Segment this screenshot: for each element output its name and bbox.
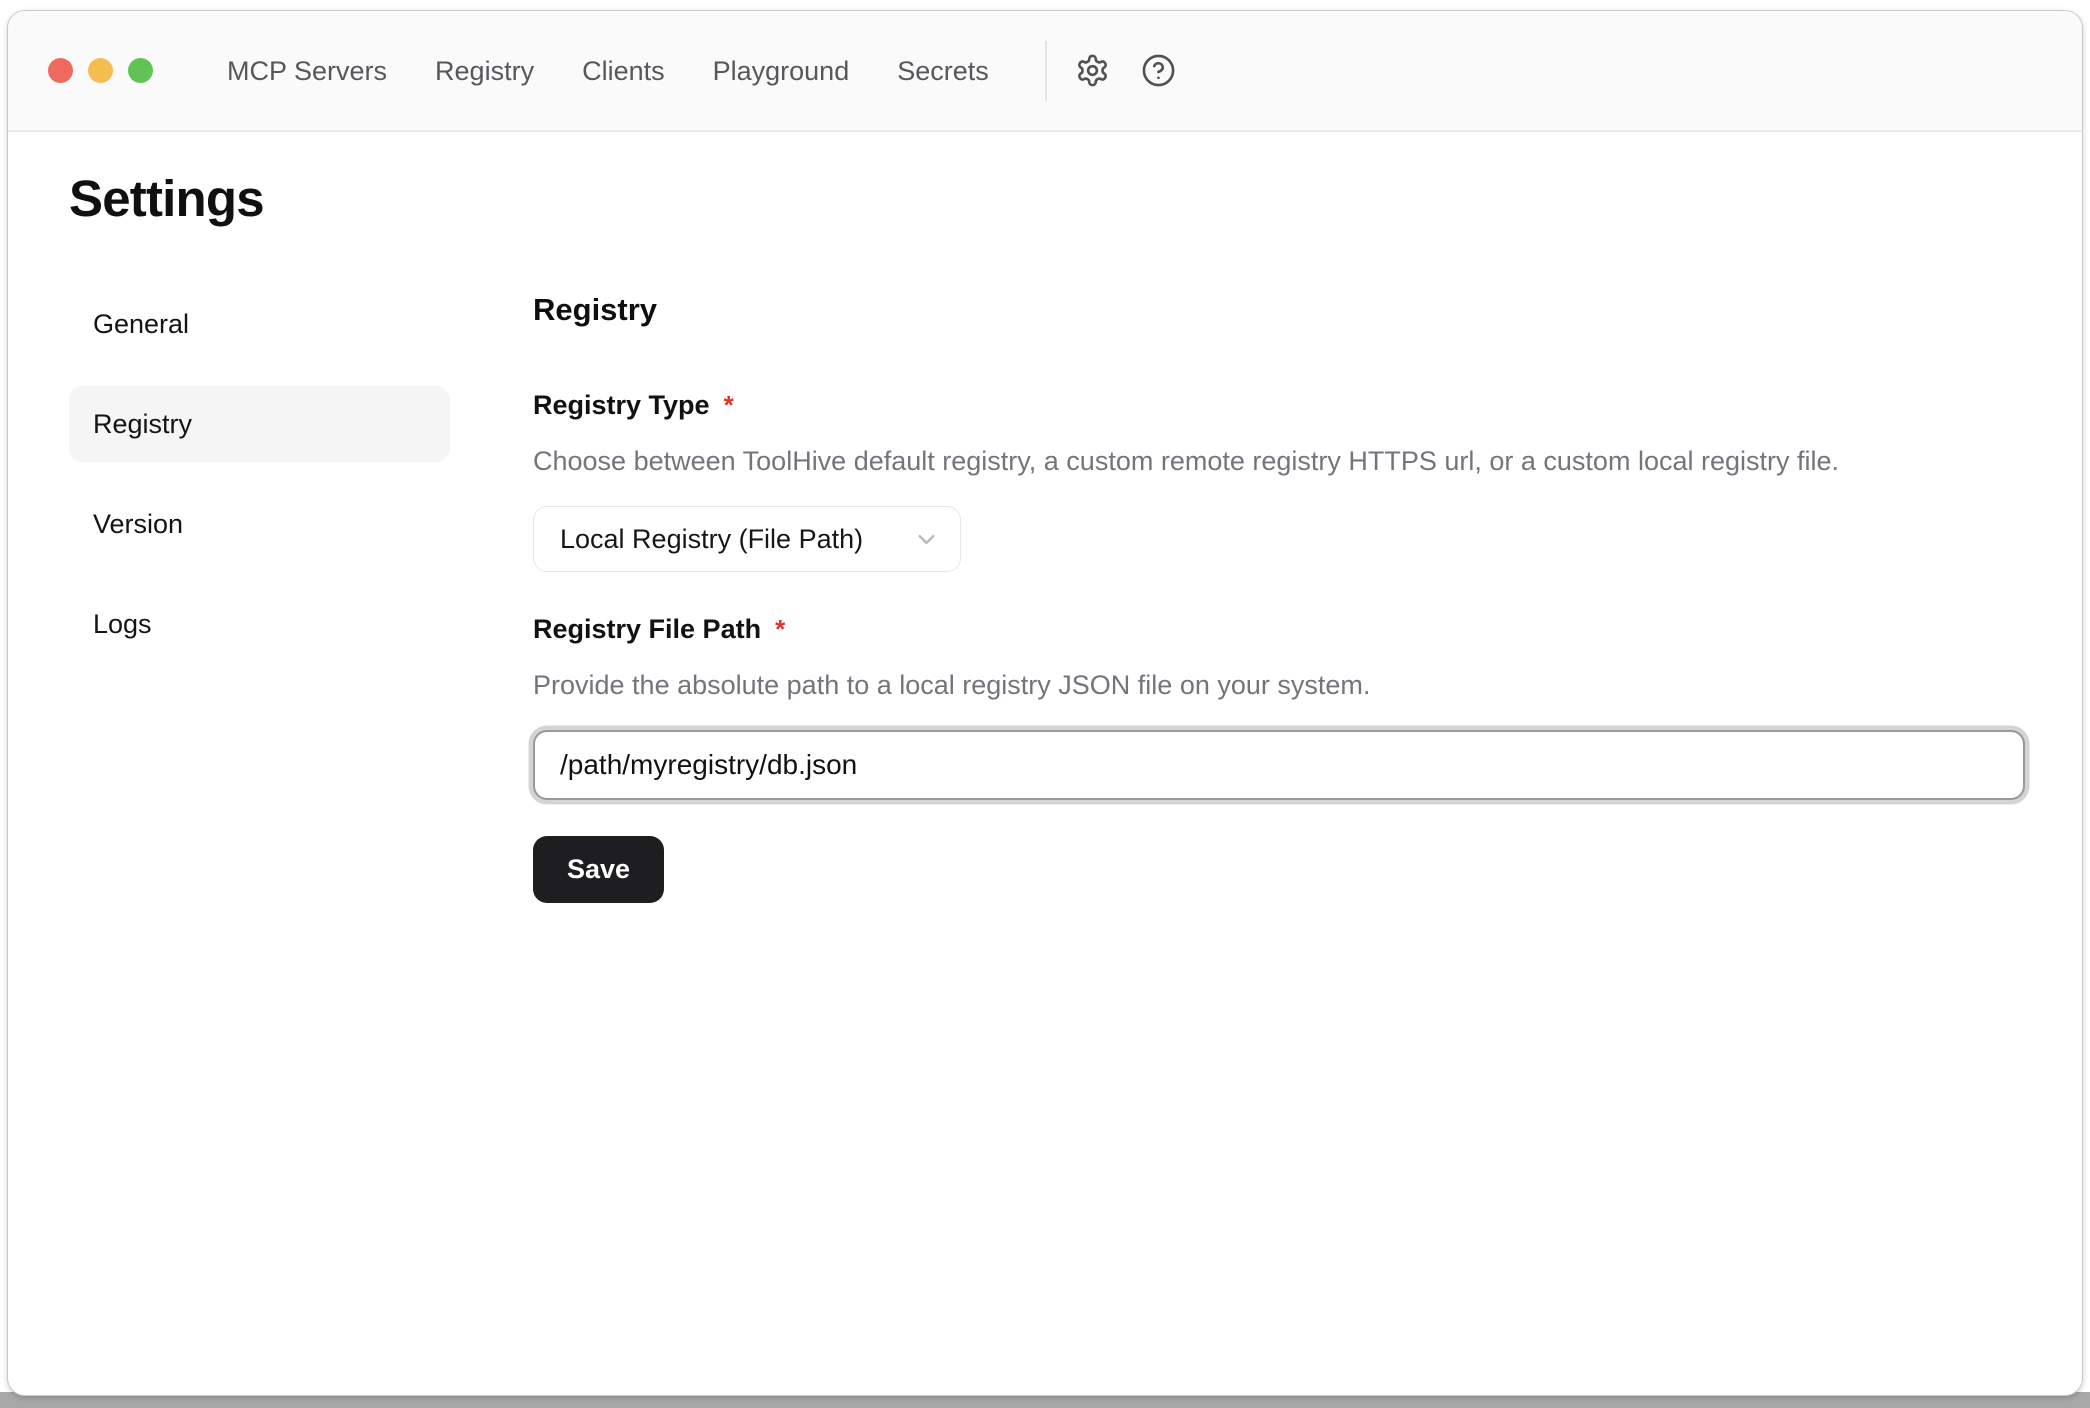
sidebar-item-registry[interactable]: Registry <box>69 386 450 462</box>
settings-main-panel: Registry Registry Type * Choose between … <box>533 286 2025 903</box>
sidebar-item-general[interactable]: General <box>69 286 450 362</box>
minimize-window-button[interactable] <box>88 58 113 83</box>
section-heading: Registry <box>533 290 2025 330</box>
settings-layout: General Registry Version Logs Registry R… <box>8 286 2082 903</box>
registry-type-label: Registry Type * <box>533 388 2025 422</box>
registry-type-selected-value: Local Registry (File Path) <box>560 524 863 555</box>
nav-item-mcp-servers[interactable]: MCP Servers <box>227 54 387 88</box>
settings-sidebar: General Registry Version Logs <box>69 286 450 903</box>
page-title: Settings <box>69 168 2082 230</box>
registry-type-field: Registry Type * Choose between ToolHive … <box>533 388 2025 572</box>
registry-file-path-input[interactable] <box>533 730 2025 800</box>
required-asterisk: * <box>724 388 734 420</box>
traffic-lights <box>48 58 153 83</box>
nav-item-registry[interactable]: Registry <box>435 54 534 88</box>
app-window: MCP Servers Registry Clients Playground … <box>7 10 2083 1396</box>
required-asterisk: * <box>775 612 785 644</box>
nav-item-clients[interactable]: Clients <box>582 54 665 88</box>
registry-type-description: Choose between ToolHive default registry… <box>533 444 2025 478</box>
nav-item-playground[interactable]: Playground <box>713 54 850 88</box>
zoom-window-button[interactable] <box>128 58 153 83</box>
nav-item-secrets[interactable]: Secrets <box>897 54 989 88</box>
chevron-down-icon <box>913 526 940 553</box>
top-navigation: MCP Servers Registry Clients Playground … <box>227 54 989 88</box>
registry-file-path-label: Registry File Path * <box>533 612 2025 646</box>
sidebar-item-version[interactable]: Version <box>69 486 450 562</box>
titlebar: MCP Servers Registry Clients Playground … <box>8 11 2082 132</box>
sidebar-item-logs[interactable]: Logs <box>69 586 450 662</box>
registry-file-path-description: Provide the absolute path to a local reg… <box>533 668 2025 702</box>
help-icon[interactable] <box>1137 49 1181 93</box>
header-divider <box>1045 41 1047 101</box>
registry-file-path-field: Registry File Path * Provide the absolut… <box>533 612 2025 800</box>
save-button[interactable]: Save <box>533 836 664 903</box>
registry-type-label-text: Registry Type <box>533 388 710 422</box>
registry-file-path-label-text: Registry File Path <box>533 612 761 646</box>
close-window-button[interactable] <box>48 58 73 83</box>
settings-gear-icon[interactable] <box>1071 49 1115 93</box>
registry-type-select[interactable]: Local Registry (File Path) <box>533 506 961 572</box>
